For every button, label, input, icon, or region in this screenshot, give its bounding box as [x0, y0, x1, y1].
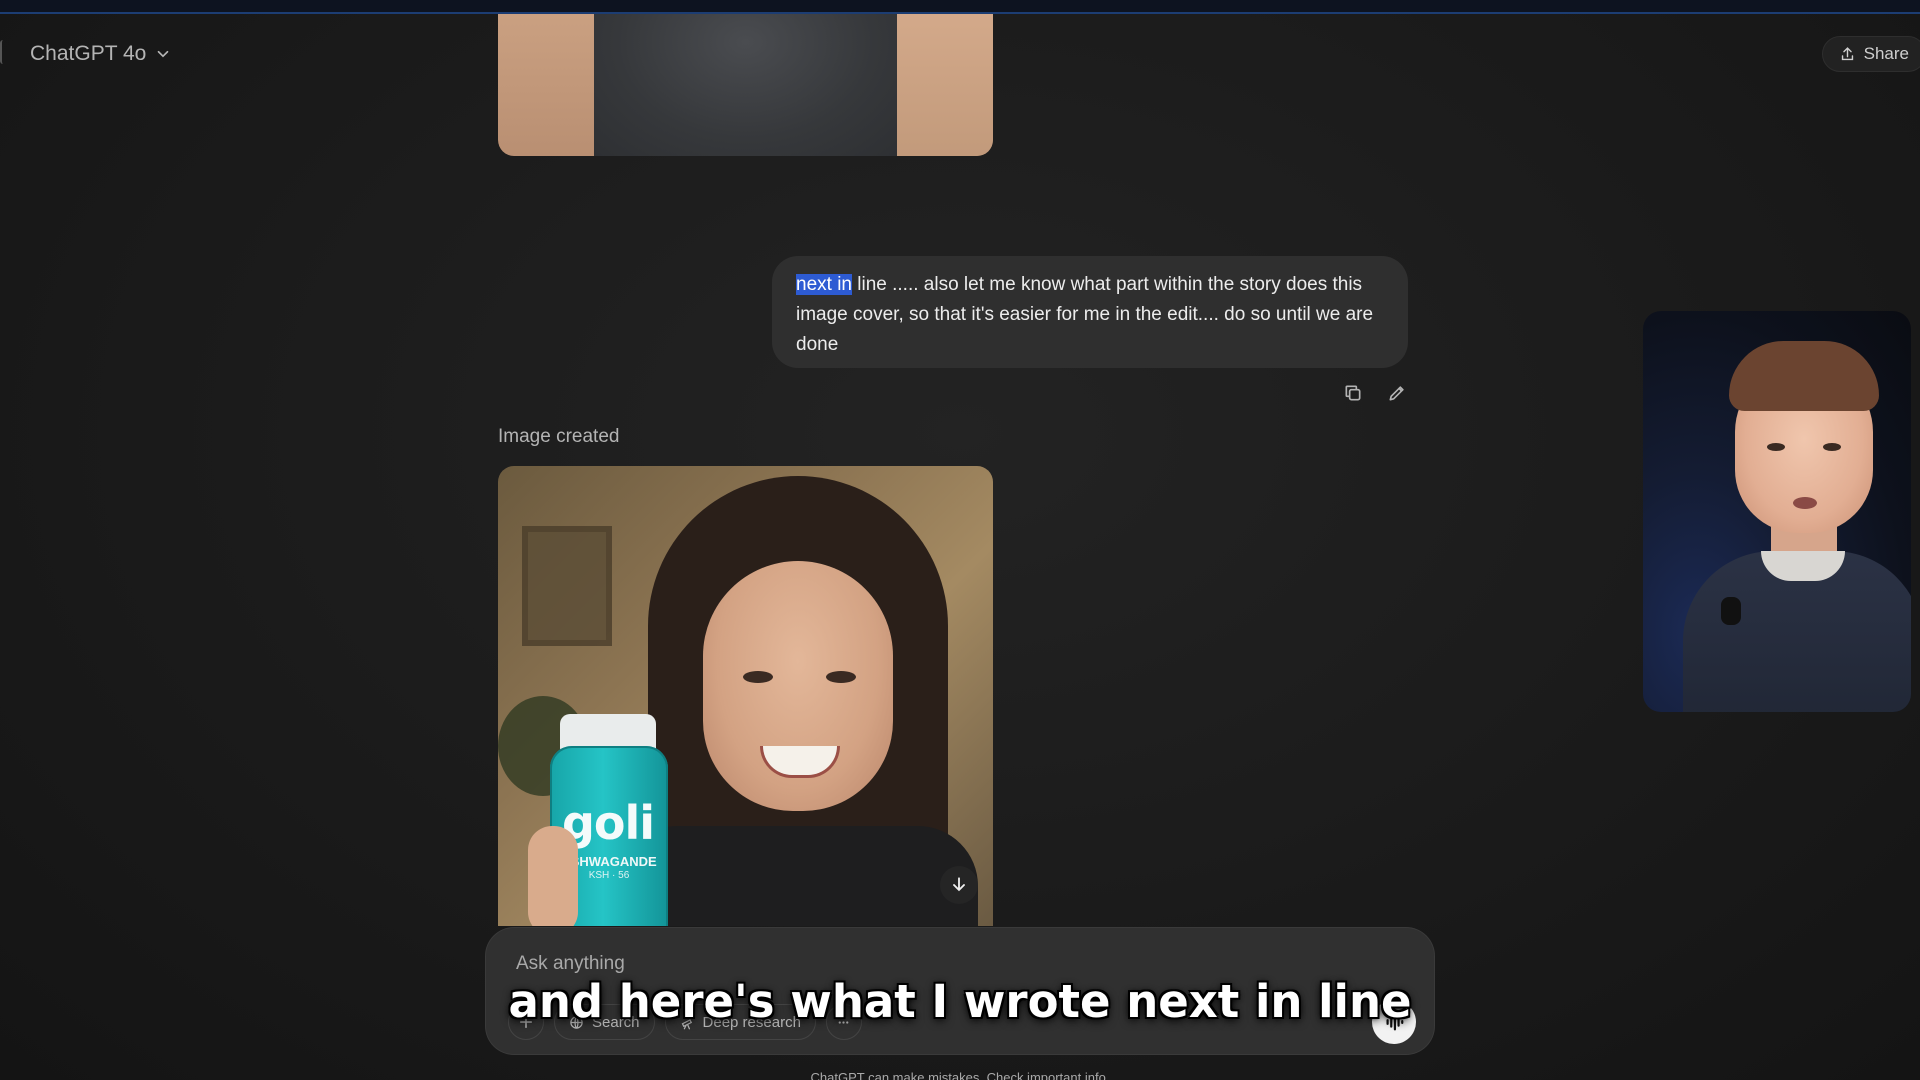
- eye: [1767, 443, 1785, 451]
- user-message: next in line ..... also let me know what…: [772, 256, 1408, 368]
- chevron-down-icon: [158, 50, 169, 58]
- share-label: Share: [1863, 44, 1909, 63]
- hand: [528, 826, 578, 926]
- share-icon: [1841, 46, 1853, 60]
- video-subtitle: and here's what I wrote next in line: [508, 975, 1412, 1028]
- copy-icon: [1345, 385, 1361, 401]
- presenter-mouth: [1793, 497, 1817, 509]
- message-actions: [1340, 380, 1410, 406]
- user-message-text: line ..... also let me know what part wi…: [796, 274, 1374, 355]
- selected-text: next in: [796, 274, 852, 295]
- lapel-mic: [1721, 597, 1741, 625]
- image-status-label: Image created: [498, 426, 620, 447]
- webcam-overlay: [1643, 311, 1911, 712]
- image-detail: [498, 14, 594, 156]
- previous-generated-image[interactable]: [498, 14, 993, 156]
- edit-icon: [1389, 386, 1404, 401]
- presenter-hair: [1729, 341, 1879, 411]
- model-label: ChatGPT 4o: [30, 42, 147, 65]
- copy-button[interactable]: [1340, 380, 1366, 406]
- generated-image[interactable]: goli ASHWAGANDE KSH · 56: [498, 466, 993, 926]
- download-image-button[interactable]: [940, 866, 978, 904]
- edit-message-button[interactable]: [1384, 380, 1410, 406]
- eye: [1823, 443, 1841, 451]
- app-window: ChatGPT 4o Share next in line ..... also…: [0, 0, 1920, 1080]
- share-button[interactable]: Share: [1821, 36, 1920, 72]
- sidebar-toggle[interactable]: [0, 40, 6, 64]
- disclaimer: ChatGPT can make mistakes. Check importa…: [810, 1070, 1110, 1080]
- download-icon: [953, 877, 965, 892]
- eye: [826, 671, 856, 683]
- woman-body: [618, 826, 978, 926]
- eye: [743, 671, 773, 683]
- image-detail: [897, 14, 993, 156]
- model-switcher[interactable]: ChatGPT 4o: [30, 38, 172, 70]
- browser-strip: [0, 0, 1920, 14]
- background-picture-frame: [522, 526, 612, 646]
